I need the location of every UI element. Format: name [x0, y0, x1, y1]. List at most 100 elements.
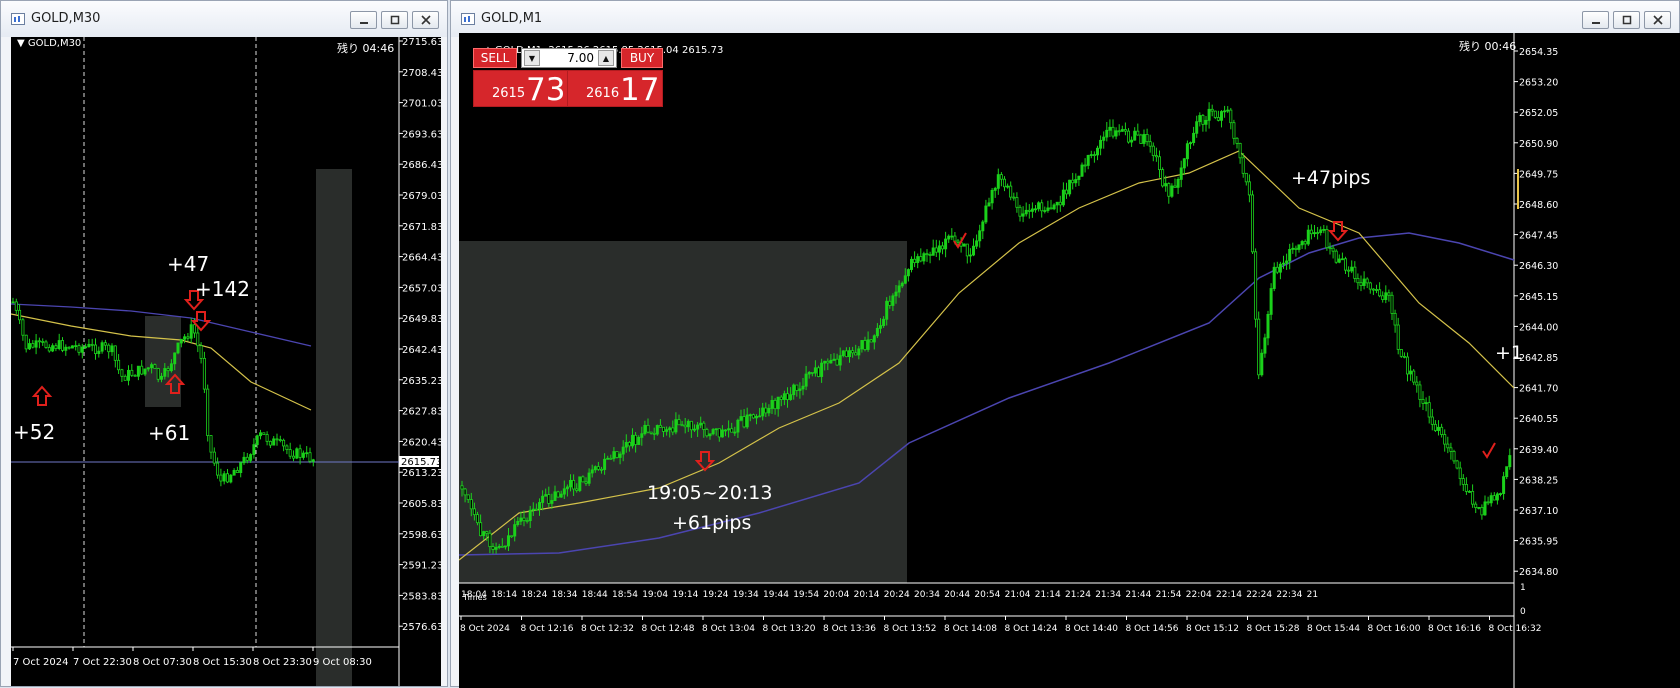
- time-tick-label: 22:24: [1246, 590, 1272, 600]
- candle-body: [885, 300, 889, 320]
- candle-body: [810, 371, 814, 374]
- candle-body: [1145, 134, 1149, 143]
- window-title: GOLD,M1: [481, 11, 543, 26]
- title-bar[interactable]: GOLD,M30: [1, 1, 447, 37]
- candle-body: [262, 432, 266, 435]
- annotation-text: 19:05~20:13: [647, 482, 772, 504]
- candle-body: [1207, 108, 1211, 121]
- candle-body: [120, 369, 124, 377]
- candle-body: [671, 427, 675, 433]
- candle-body: [1381, 295, 1385, 300]
- candle-body: [987, 202, 991, 207]
- candle-body: [18, 309, 22, 321]
- candle-body: [176, 342, 180, 354]
- time-tick-label: 22:04: [1186, 590, 1212, 600]
- candle-body: [630, 434, 634, 447]
- candle-body: [497, 545, 501, 548]
- price-tick-label: 2708.43: [402, 68, 441, 79]
- title-bar[interactable]: GOLD,M1: [451, 1, 1679, 37]
- time-tick-label: 7 Oct 2024: [13, 657, 68, 668]
- candle-body: [516, 520, 520, 526]
- maximize-button[interactable]: [1613, 11, 1640, 29]
- candle-body: [1266, 313, 1270, 339]
- candle-body: [255, 435, 259, 446]
- candle-body: [655, 425, 659, 435]
- candle-body: [1440, 426, 1444, 435]
- candle-body: [265, 434, 269, 442]
- lot-value[interactable]: 7.00: [567, 51, 594, 65]
- candle-body: [1105, 129, 1109, 138]
- time-tick-label: 21:04: [1005, 590, 1031, 600]
- candle-body: [1368, 282, 1372, 290]
- candle-body: [169, 363, 173, 372]
- lot-size-input[interactable]: ▼ 7.00 ▲: [521, 48, 617, 68]
- candle-body: [1204, 119, 1208, 125]
- candle-body: [37, 340, 41, 343]
- annotation-text: +142: [195, 277, 250, 301]
- candle-body: [1325, 229, 1329, 248]
- annotation-text: +61: [148, 421, 190, 445]
- candle-body: [1344, 258, 1348, 271]
- candle-body: [866, 339, 870, 350]
- candle-body: [460, 485, 464, 490]
- lot-dropdown-icon[interactable]: ▼: [524, 50, 540, 66]
- time-tick-label: 8 Oct 13:52: [884, 624, 937, 634]
- candle-body: [1427, 402, 1431, 418]
- sell-price-box[interactable]: 2615 73: [473, 70, 569, 108]
- candle-body: [1182, 158, 1186, 169]
- minimize-button[interactable]: [1582, 11, 1609, 29]
- candle-body: [1130, 139, 1134, 143]
- candle-body: [1406, 356, 1410, 375]
- candle-body: [826, 360, 830, 364]
- candle-body: [1356, 278, 1360, 284]
- candle-body: [779, 396, 783, 400]
- collapse-triangle-icon[interactable]: ▼: [17, 38, 28, 49]
- sell-button[interactable]: SELL: [473, 48, 517, 68]
- candle-body: [1021, 213, 1025, 217]
- candle-body: [463, 488, 467, 496]
- candle-body: [798, 388, 802, 391]
- minimize-button[interactable]: [350, 11, 377, 29]
- candle-body: [1120, 129, 1124, 132]
- price-tick-label: 2642.85: [1519, 353, 1558, 364]
- candle-body: [1065, 189, 1069, 195]
- chart-area-m30[interactable]: +47 +142 +52 +61 2715.63 2708.43 2701.03 2693.6…: [11, 37, 441, 686]
- close-button[interactable]: [412, 11, 439, 29]
- buy-price-box[interactable]: 2616 17: [567, 70, 663, 108]
- time-tick-label: 19:24: [703, 590, 729, 600]
- price-tick-label: 2671.83: [402, 222, 441, 233]
- candle-body: [789, 394, 793, 400]
- price-tick-label: 2679.03: [402, 191, 441, 202]
- candle-body: [745, 414, 749, 428]
- close-button[interactable]: [1644, 11, 1671, 29]
- candle-body: [1192, 132, 1196, 144]
- candle-body: [816, 367, 820, 377]
- candle-body: [888, 300, 892, 306]
- symbol-text: GOLD,M30: [27, 38, 82, 49]
- time-tick-label: 9 Oct 08:30: [313, 657, 372, 668]
- candle-body: [968, 254, 972, 257]
- lot-up-icon[interactable]: ▲: [598, 50, 614, 66]
- candle-body: [996, 174, 1000, 189]
- price-tick-label: 2646.30: [1519, 261, 1558, 272]
- candle-body: [143, 368, 147, 375]
- buy-button[interactable]: BUY: [621, 48, 663, 68]
- candle-body: [1108, 126, 1112, 131]
- candle-body: [714, 428, 718, 431]
- candle-body: [1297, 244, 1301, 250]
- candle-body: [823, 360, 827, 364]
- annotation-text: +61pips: [672, 512, 751, 534]
- candle-body: [838, 355, 842, 366]
- chart-area-m1[interactable]: +47pips 19:05~20:13 +61pips +1 2654.35 2653.2…: [459, 33, 1680, 688]
- candle-body: [219, 474, 223, 482]
- candle-body: [720, 429, 724, 438]
- candle-body: [1309, 229, 1313, 235]
- candle-body: [21, 319, 25, 336]
- candle-body: [146, 367, 150, 370]
- price-tick-label: 2686.43: [402, 160, 441, 171]
- candle-body: [1375, 289, 1379, 291]
- maximize-button[interactable]: [381, 11, 408, 29]
- candle-body: [1136, 130, 1140, 136]
- candle-body: [1390, 294, 1394, 314]
- time-tick-label: 22:14: [1216, 590, 1242, 600]
